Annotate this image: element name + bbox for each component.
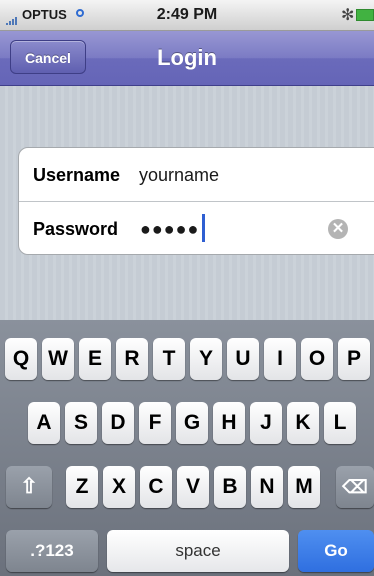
username-label: Username [33,165,121,185]
username-field[interactable]: yourname [139,165,219,186]
key-z[interactable]: Z [66,466,98,508]
key-g[interactable]: G [176,402,208,444]
status-bar: OPTUS 2:49 PM ✻ [0,0,374,31]
key-s[interactable]: S [65,402,97,444]
go-key[interactable]: Go [298,530,374,572]
key-y[interactable]: Y [190,338,222,380]
password-label: Password [33,219,119,239]
key-q[interactable]: Q [5,338,37,380]
key-b[interactable]: B [214,466,246,508]
key-x[interactable]: X [103,466,135,508]
key-p[interactable]: P [338,338,370,380]
key-c[interactable]: C [140,466,172,508]
key-h[interactable]: H [213,402,245,444]
key-v[interactable]: V [177,466,209,508]
text-cursor [202,214,205,242]
keyboard: Q W E R T Y U I O P A S D F G H J K L ⇧ … [0,320,374,576]
key-e[interactable]: E [79,338,111,380]
navigation-bar: Cancel Login [0,31,374,86]
space-key[interactable]: space [107,530,289,572]
key-t[interactable]: T [153,338,185,380]
key-r[interactable]: R [116,338,148,380]
shift-key-icon[interactable]: ⇧ [6,466,52,508]
key-w[interactable]: W [42,338,74,380]
battery-icon [356,9,374,21]
key-k[interactable]: K [287,402,319,444]
key-n[interactable]: N [251,466,283,508]
page-title: Login [157,45,217,70]
key-d[interactable]: D [102,402,134,444]
password-field[interactable]: ●●●●● [140,219,199,240]
key-u[interactable]: U [227,338,259,380]
username-row[interactable]: Username yourname [19,148,374,202]
key-a[interactable]: A [28,402,60,444]
bluetooth-icon: ✻ [341,7,355,24]
content-area: Username yourname Password ●●●●● ✕ [0,86,374,320]
login-form: Username yourname Password ●●●●● ✕ [18,147,374,255]
key-j[interactable]: J [250,402,282,444]
key-m[interactable]: M [288,466,320,508]
key-f[interactable]: F [139,402,171,444]
backspace-key-icon[interactable]: ⌫ [336,466,374,508]
status-time: 2:49 PM [156,6,218,23]
key-l[interactable]: L [324,402,356,444]
clear-text-icon[interactable]: ✕ [328,219,348,239]
key-i[interactable]: I [264,338,296,380]
password-row[interactable]: Password ●●●●● ✕ [19,202,374,255]
key-o[interactable]: O [301,338,333,380]
numbers-key[interactable]: .?123 [6,530,98,572]
